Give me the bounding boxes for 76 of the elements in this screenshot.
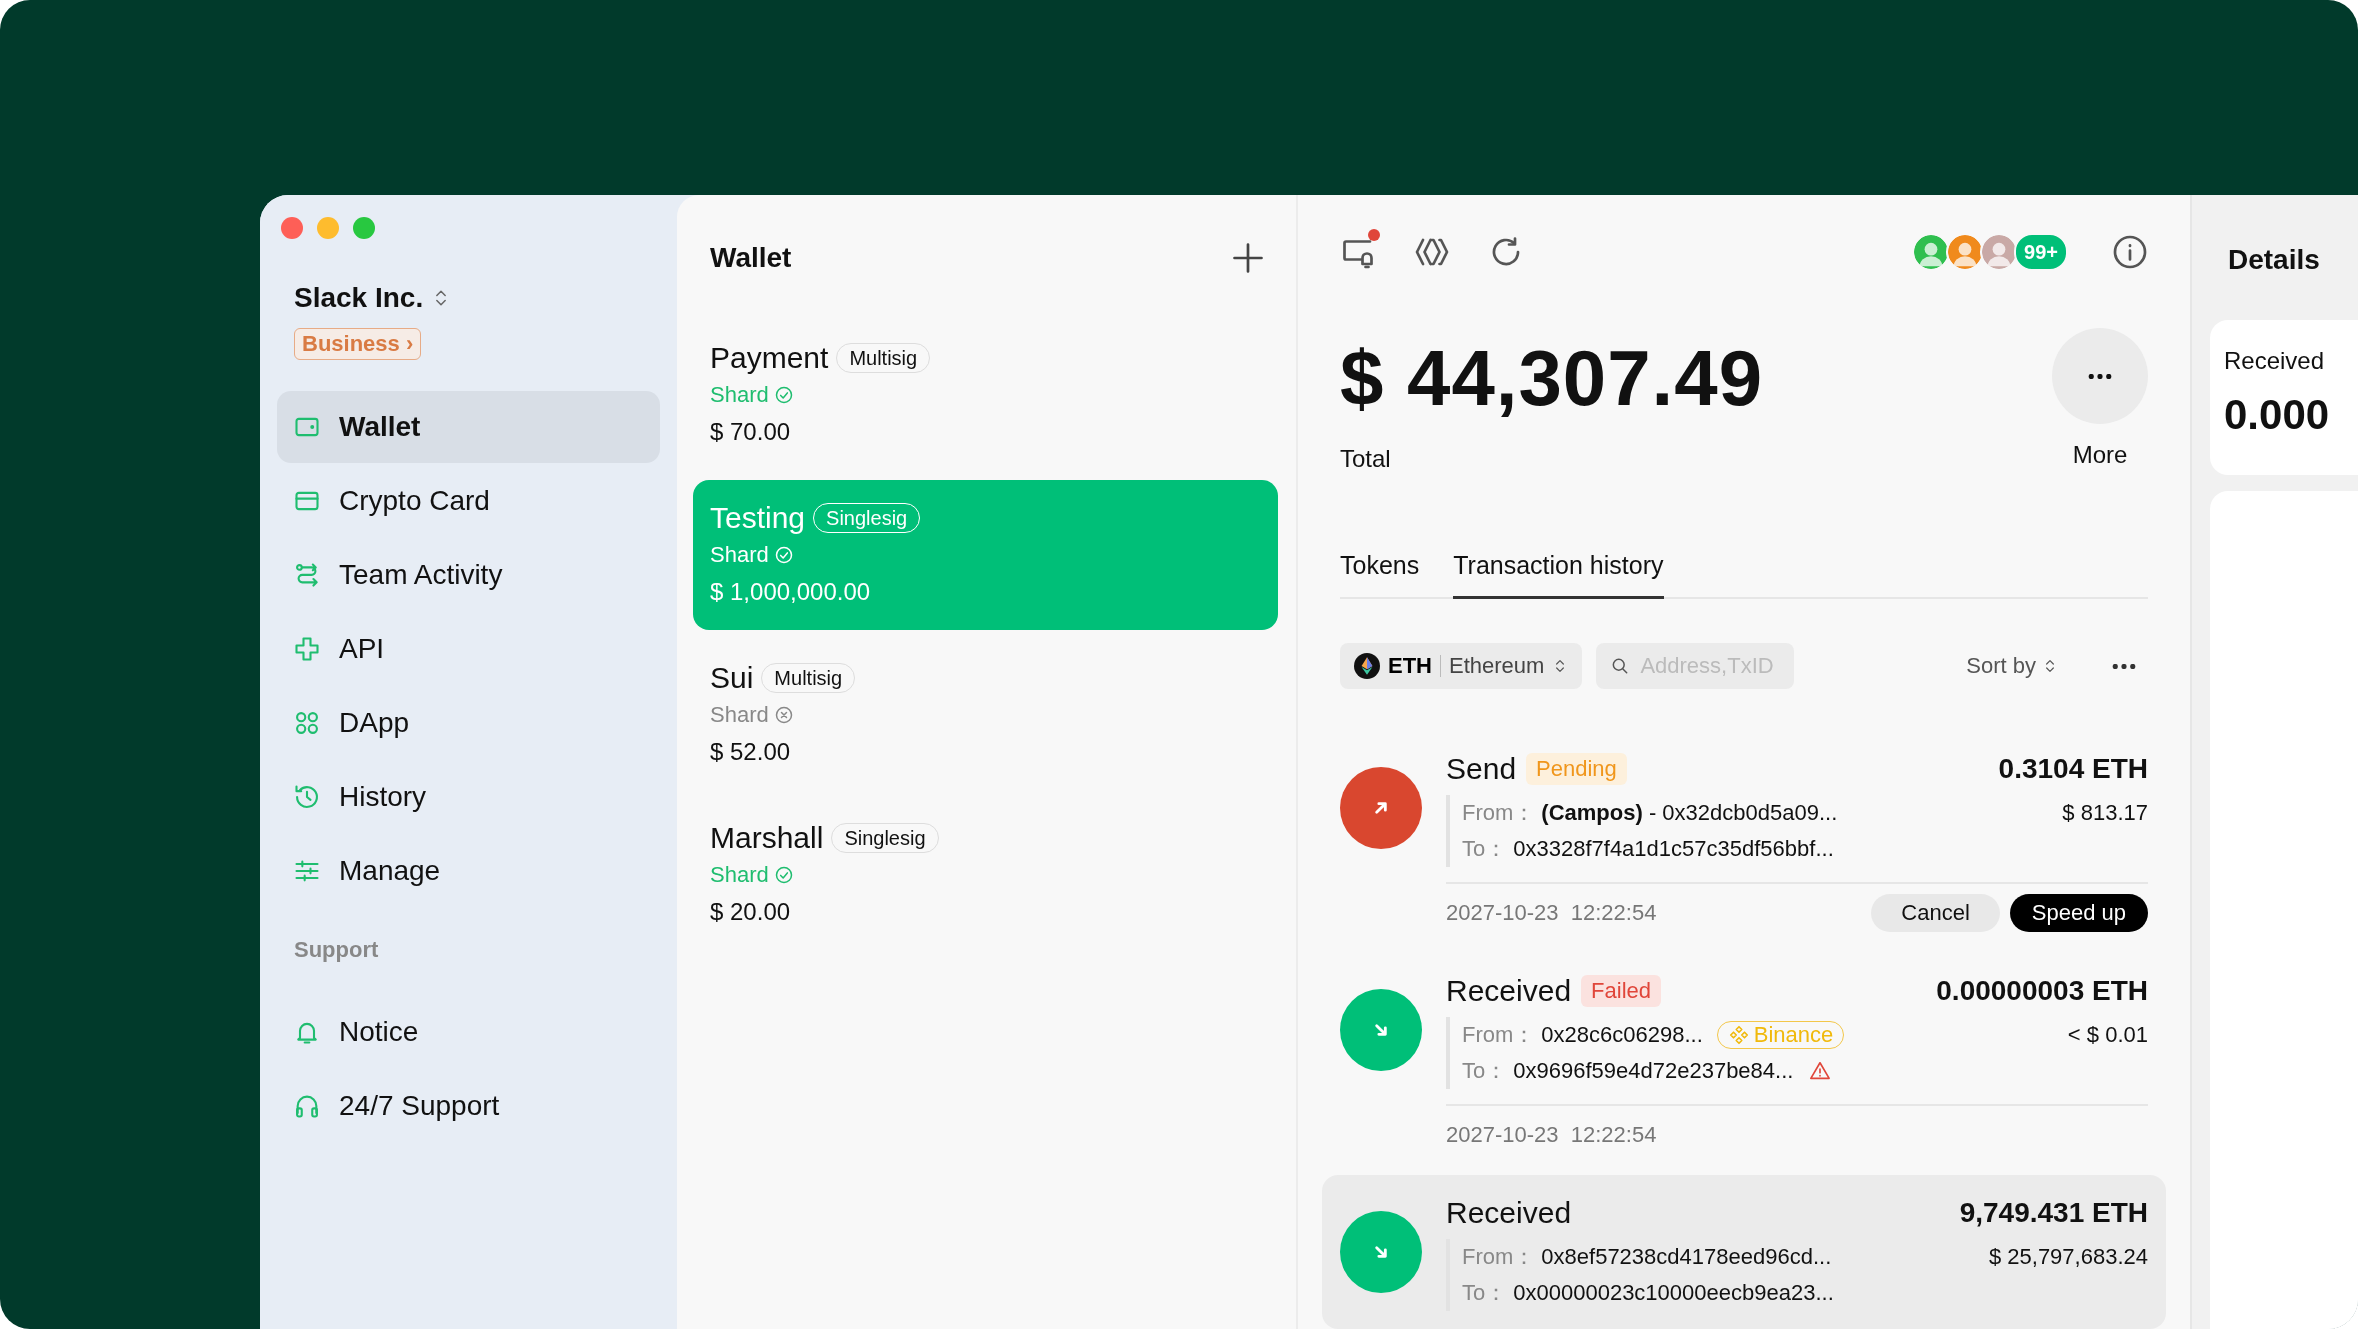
to-address: 0x3328f7f4a1d1c57c35df56bbf... [1513, 836, 1834, 862]
status-badge: Pending [1526, 753, 1627, 785]
card-label: Received [2224, 346, 2326, 376]
transaction-type: Send [1446, 752, 1517, 786]
address-label: To： [1462, 1279, 1508, 1307]
nav-item[interactable]: History [277, 761, 660, 833]
token-amount: 0.3104 ETH [1998, 753, 2148, 785]
wallet-card[interactable]: Payment Multisig Shard $ 70.00 [693, 320, 1278, 470]
timestamp: 2027-10-23 12:22:54 [1446, 900, 1657, 926]
wallet-name: Sui [710, 661, 754, 695]
wallet-amount: $ 52.00 [710, 737, 792, 767]
speed-up-button[interactable]: Speed up [2009, 894, 2148, 932]
route-icon [293, 561, 321, 589]
transaction-type: Received [1446, 974, 1572, 1008]
tab[interactable]: Transaction history [1453, 548, 1664, 599]
from-address: (Campos) - 0x32dcb0d5a09... [1541, 800, 1838, 826]
info-icon [2112, 233, 2148, 270]
info-button[interactable] [2112, 233, 2148, 270]
grid-icon [293, 709, 321, 737]
card-value: 0.000 [2224, 390, 2331, 440]
token-amount: 9,749.431 ETH [1959, 1197, 2148, 1229]
cancel-button[interactable]: Cancel [1871, 894, 2000, 932]
nav-item[interactable]: API [277, 613, 660, 685]
more-icon [2088, 373, 2112, 379]
shard-status: Shard [710, 862, 769, 888]
more-label: More [2072, 440, 2128, 470]
section-heading: Support [294, 936, 380, 964]
total-label: Total [1340, 444, 1392, 474]
transaction-type: Received [1446, 1196, 1572, 1230]
ethereum-icon [1354, 653, 1380, 679]
nav-item[interactable]: Notice [277, 996, 660, 1068]
more-icon [2112, 663, 2136, 669]
address-label: To： [1462, 1057, 1508, 1085]
wallet-name: Testing [710, 501, 806, 535]
wallet-amount: $ 20.00 [710, 897, 792, 927]
total-balance: $ 44,307.49 [1340, 333, 1764, 424]
wallet-card[interactable]: Sui Multisig Shard $ 52.00 [693, 640, 1278, 790]
address-label: From： [1462, 1021, 1536, 1049]
wallet-amount: $ 1,000,000.00 [710, 577, 872, 607]
address-label: To： [1462, 835, 1508, 863]
shard-status: Shard [710, 382, 769, 408]
nav-item[interactable]: Crypto Card [277, 465, 660, 537]
fiat-value: $ 813.17 [2062, 800, 2148, 826]
cross-shape-icon [293, 635, 321, 663]
from-address: 0x28c6c06298... [1541, 1022, 1703, 1048]
timestamp: 2027-10-23 12:22:54 [1446, 1122, 1657, 1148]
history-icon [293, 783, 321, 811]
shard-status: Shard [710, 542, 769, 568]
to-address: 0x9696f59e4d72e237be84... [1513, 1058, 1794, 1084]
to-address: 0x00000023c10000eecb9ea23... [1513, 1280, 1834, 1306]
sort-button[interactable]: Sort by [1966, 653, 2058, 679]
member-count-badge: 99+ [2014, 232, 2068, 271]
nav-item[interactable]: Team Activity [277, 539, 660, 611]
nav-item[interactable]: DApp [277, 687, 660, 759]
nav-item[interactable]: Wallet [277, 391, 660, 463]
token-amount: 0.00000003 ETH [1936, 975, 2148, 1007]
nav-item[interactable]: 24/7 Support [277, 1070, 660, 1142]
address-label: From： [1462, 799, 1536, 827]
workspace-switcher[interactable]: Slack Inc. [294, 280, 660, 316]
nav-item[interactable]: Manage [277, 835, 660, 907]
fiat-value: $ 25,797,683.24 [1988, 1244, 2148, 1270]
shard-status: Shard [710, 702, 769, 728]
panel-title: Wallet [710, 241, 792, 274]
close-button[interactable] [281, 217, 303, 239]
status-badge: Failed [1581, 975, 1661, 1007]
tab[interactable]: Tokens [1340, 548, 1420, 599]
wallet-name: Payment [710, 341, 829, 375]
panel-title: Details [2228, 243, 2321, 277]
wallet-amount: $ 70.00 [710, 417, 792, 447]
chain-selector[interactable]: ETH Ethereum [1340, 643, 1583, 689]
wallet-name: Marshall [710, 821, 824, 855]
fiat-value: < $ 0.01 [2067, 1022, 2148, 1048]
diamond-icon [1727, 1024, 1750, 1046]
from-address: 0x8ef57238cd4178eed96cd... [1541, 1244, 1832, 1270]
address-label: From： [1462, 1243, 1536, 1271]
wallet-card[interactable]: Marshall Singlesig Shard $ 20.00 [693, 800, 1278, 950]
